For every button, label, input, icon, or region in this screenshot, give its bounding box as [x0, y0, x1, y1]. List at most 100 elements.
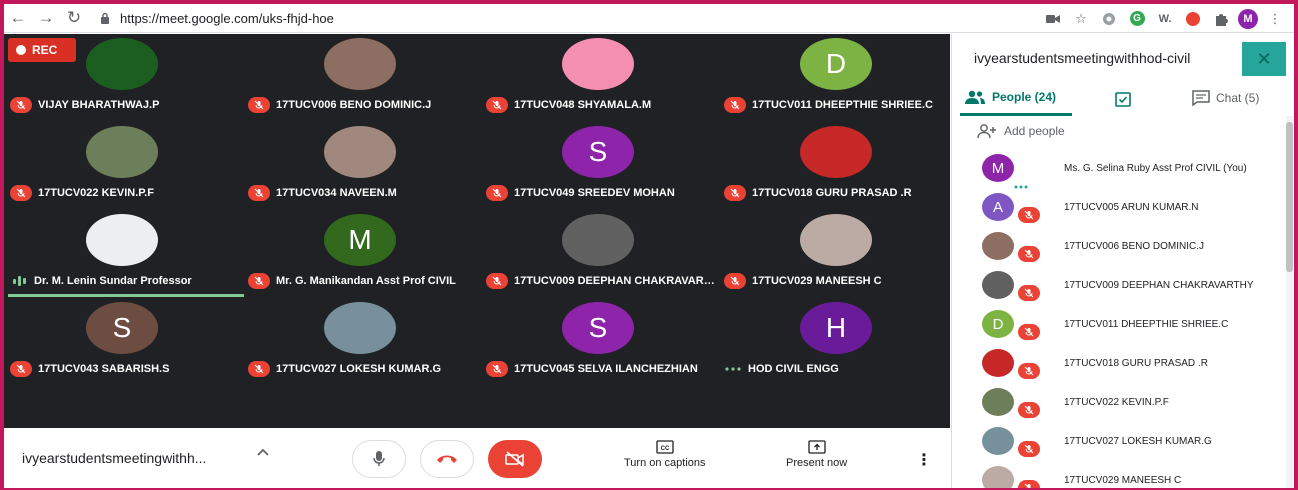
avatar: S	[562, 126, 634, 178]
avatar	[86, 126, 158, 178]
mic-off-icon	[1018, 480, 1040, 488]
participant-tile[interactable]: S 17TUCV049 SREEDEV MOHAN	[484, 122, 720, 210]
participant-tile[interactable]: M Mr. G. Manikandan Asst Prof CIVIL	[246, 210, 482, 298]
participant-tile[interactable]: S 17TUCV043 SABARISH.S	[8, 298, 244, 386]
leave-call-button[interactable]	[420, 440, 474, 478]
reload-icon[interactable]: ↻	[60, 5, 88, 31]
avatar	[324, 38, 396, 90]
star-icon[interactable]: ☆	[1070, 8, 1092, 30]
participant-tile[interactable]: 17TUCV029 MANEESH C	[722, 210, 958, 298]
camera-icon[interactable]	[1042, 8, 1064, 30]
list-item[interactable]: 17TUCV018 GURU PRASAD .R	[952, 345, 1282, 384]
more-options-icon[interactable]: ⋮	[916, 450, 932, 470]
avatar	[86, 38, 158, 90]
participant-name: 17TUCV022 KEVIN.P.F	[1064, 397, 1169, 408]
microphone-button[interactable]	[352, 440, 406, 478]
participant-tile[interactable]: 17TUCV048 SHYAMALA.M	[484, 34, 720, 122]
tile-label: 17TUCV043 SABARISH.S	[10, 360, 242, 378]
camera-off-icon	[505, 451, 524, 467]
participant-tile[interactable]: 17TUCV018 GURU PRASAD .R	[722, 122, 958, 210]
avatar	[562, 38, 634, 90]
list-item[interactable]: 17TUCV006 BENO DOMINIC.J	[952, 228, 1282, 267]
mic-off-icon	[724, 273, 746, 289]
participant-tile[interactable]: S 17TUCV045 SELVA ILANCHEZHIAN	[484, 298, 720, 386]
participant-name: 17TUCV006 BENO DOMINIC.J	[1064, 241, 1205, 252]
participant-name: 17TUCV009 DEEPHAN CHAKRAVARTHY	[514, 275, 718, 287]
list-item[interactable]: M Ms. G. Selina Ruby Asst Prof CIVIL (You…	[952, 150, 1282, 189]
scrollbar-thumb[interactable]	[1286, 122, 1293, 272]
extension-gray-icon[interactable]	[1098, 8, 1120, 30]
lock-icon[interactable]	[94, 12, 116, 24]
participant-tile[interactable]: 17TUCV009 DEEPHAN CHAKRAVARTHY	[484, 210, 720, 298]
forward-icon[interactable]: →	[32, 5, 60, 31]
participant-tile[interactable]: Dr. M. Lenin Sundar Professor	[8, 210, 244, 298]
extension-w-icon[interactable]: W.	[1154, 8, 1176, 30]
tab-tasks[interactable]	[1114, 90, 1132, 108]
mic-off-icon	[248, 97, 270, 113]
participant-tile[interactable]: 17TUCV034 NAVEEN.M	[246, 122, 482, 210]
browser-menu-icon[interactable]: ⋮	[1264, 8, 1286, 30]
back-icon[interactable]: ←	[4, 5, 32, 31]
meeting-details-label[interactable]: ivyearstudentsmeetingwithh...	[22, 450, 206, 466]
add-people-button[interactable]: Add people	[976, 124, 1065, 138]
avatar	[982, 349, 1014, 377]
mic-off-icon	[248, 273, 270, 289]
panel-title: ivyearstudentsmeetingwithhod-civil	[974, 50, 1191, 66]
tile-label: HOD CIVIL ENGG	[724, 360, 956, 378]
address-bar[interactable]: https://meet.google.com/uks-fhjd-hoe	[120, 11, 334, 26]
video-grid: REC VIJAY BHARATHWAJ.P 17TUCV006 BENO DOM…	[4, 34, 950, 428]
participant-name: 17TUCV045 SELVA ILANCHEZHIAN	[514, 363, 698, 375]
avatar	[800, 214, 872, 266]
mic-off-icon	[10, 361, 32, 377]
avatar	[324, 126, 396, 178]
participant-tile[interactable]: 17TUCV027 LOKESH KUMAR.G	[246, 298, 482, 386]
list-item[interactable]: 17TUCV009 DEEPHAN CHAKRAVARTHY	[952, 267, 1282, 306]
participant-name: 17TUCV009 DEEPHAN CHAKRAVARTHY	[1064, 280, 1254, 291]
chevron-up-icon[interactable]	[256, 446, 270, 463]
browser-window: ← → ↻ https://meet.google.com/uks-fhjd-h…	[4, 4, 1294, 488]
browser-toolbar: ← → ↻ https://meet.google.com/uks-fhjd-h…	[4, 4, 1294, 33]
participant-list-scrollbar[interactable]	[1286, 116, 1293, 488]
list-item[interactable]: D 17TUCV011 DHEEPTHIE SHRIEE.C	[952, 306, 1282, 345]
list-item[interactable]: A 17TUCV005 ARUN KUMAR.N	[952, 189, 1282, 228]
avatar	[982, 388, 1014, 416]
tab-chat[interactable]: Chat (5)	[1192, 90, 1259, 106]
participant-tile[interactable]: VIJAY BHARATHWAJ.P	[8, 34, 244, 122]
list-item[interactable]: 17TUCV029 MANEESH C	[952, 462, 1282, 488]
participant-tile[interactable]: H HOD CIVIL ENGG	[722, 298, 958, 386]
mic-off-icon	[1018, 363, 1040, 379]
list-item[interactable]: 17TUCV027 LOKESH KUMAR.G	[952, 423, 1282, 462]
mic-off-icon	[1018, 402, 1040, 418]
tile-label: 17TUCV009 DEEPHAN CHAKRAVARTHY	[486, 272, 718, 290]
puzzle-icon[interactable]	[1210, 8, 1232, 30]
profile-avatar[interactable]: M	[1238, 8, 1258, 29]
extension-grammarly-icon[interactable]: G	[1126, 8, 1148, 30]
participant-name: 17TUCV022 KEVIN.P.F	[38, 187, 154, 199]
close-icon: ✕	[1256, 48, 1272, 69]
participant-tile[interactable]: D 17TUCV011 DHEEPTHIE SHRIEE.C	[722, 34, 958, 122]
present-label: Present now	[786, 457, 848, 469]
present-now-button[interactable]: Present now	[786, 440, 847, 469]
close-panel-button[interactable]: ✕	[1242, 42, 1286, 76]
add-person-icon	[977, 124, 996, 138]
mic-off-icon	[486, 185, 508, 201]
mic-off-icon	[1018, 207, 1040, 223]
captions-button[interactable]: CC Turn on captions	[624, 440, 706, 469]
participant-name: 17TUCV049 SREEDEV MOHAN	[514, 187, 675, 199]
participant-name: 17TUCV029 MANEESH C	[752, 275, 882, 287]
participant-tile[interactable]: 17TUCV006 BENO DOMINIC.J	[246, 34, 482, 122]
mic-off-icon	[724, 185, 746, 201]
list-item[interactable]: 17TUCV022 KEVIN.P.F	[952, 384, 1282, 423]
tile-label: 17TUCV022 KEVIN.P.F	[10, 184, 242, 202]
tab-people[interactable]: People (24)	[964, 90, 1056, 104]
participant-name: 17TUCV027 LOKESH KUMAR.G	[1064, 436, 1212, 447]
add-people-label: Add people	[1004, 124, 1065, 138]
participant-name: 17TUCV006 BENO DOMINIC.J	[276, 99, 432, 111]
mic-off-icon	[486, 273, 508, 289]
tab-chat-label: Chat (5)	[1216, 91, 1260, 105]
tile-label: 17TUCV045 SELVA ILANCHEZHIAN	[486, 360, 718, 378]
participant-tile[interactable]: 17TUCV022 KEVIN.P.F	[8, 122, 244, 210]
camera-toggle-button[interactable]	[488, 440, 542, 478]
extension-red-icon[interactable]	[1182, 8, 1204, 30]
mic-off-icon	[1018, 441, 1040, 457]
